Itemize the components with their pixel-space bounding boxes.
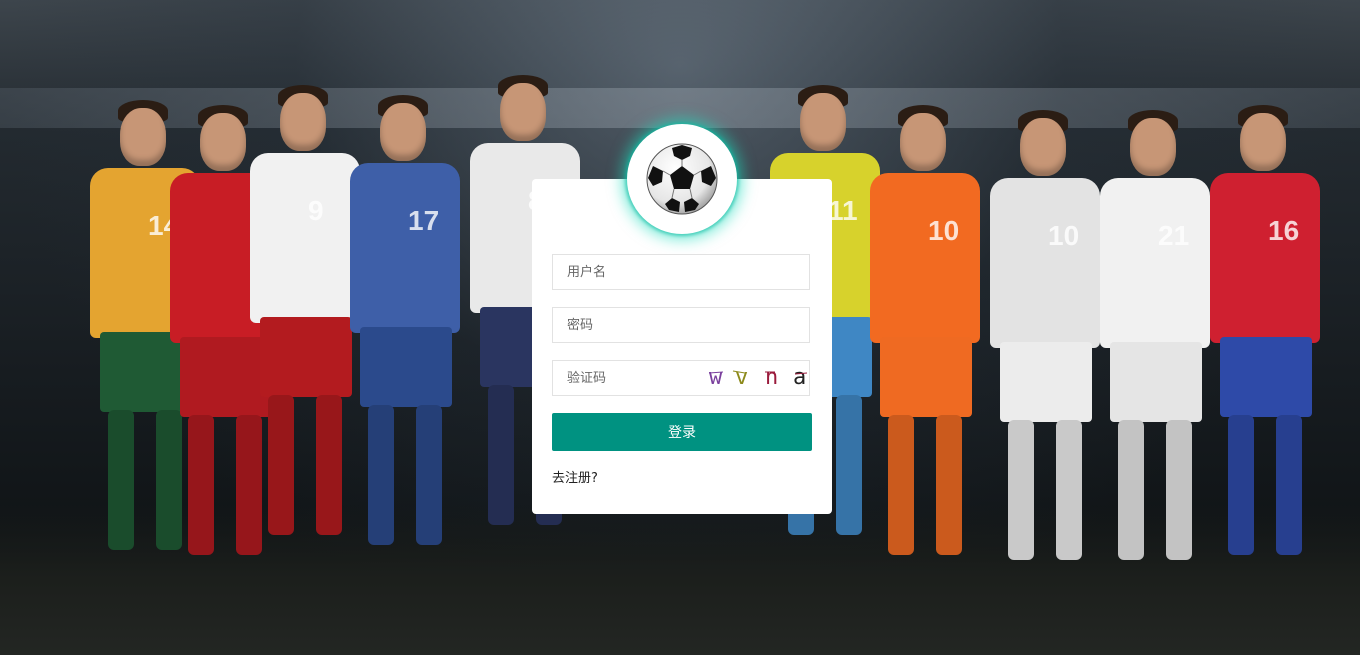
register-link[interactable]: 去注册? — [552, 467, 598, 486]
captcha-noise — [708, 370, 808, 375]
jersey-number: 17 — [408, 205, 440, 236]
jersey-number: 10 — [928, 215, 960, 246]
username-field[interactable] — [552, 254, 810, 290]
jersey-number: 16 — [1268, 215, 1300, 246]
captcha-field[interactable]: w v n a — [552, 360, 810, 396]
soccer-ball-icon — [646, 143, 718, 215]
captcha-input[interactable] — [553, 361, 691, 395]
logo-badge — [627, 124, 737, 234]
password-field[interactable] — [552, 307, 810, 343]
password-input[interactable] — [553, 308, 809, 342]
jersey-number: 9 — [308, 195, 324, 226]
jersey-number: 21 — [1158, 220, 1190, 251]
login-button[interactable]: 登录 — [552, 413, 812, 451]
captcha-image[interactable]: w v n a — [689, 361, 809, 395]
jersey-number: 10 — [1048, 220, 1080, 251]
username-input[interactable] — [553, 255, 809, 289]
jersey-number: 11 — [828, 195, 858, 226]
